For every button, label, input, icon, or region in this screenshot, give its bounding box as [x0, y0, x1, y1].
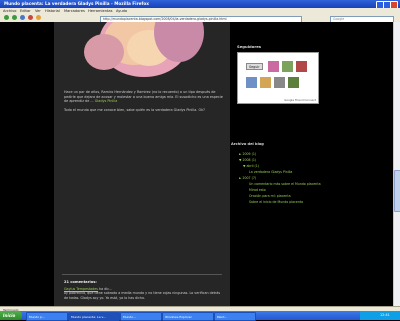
- archive-year[interactable]: ► 2007 (7): [239, 176, 256, 180]
- task-label: Mundo...: [123, 314, 136, 319]
- follower-avatar[interactable]: [274, 77, 285, 88]
- archive-post[interactable]: Mirad esto: [249, 188, 266, 192]
- follower-avatar[interactable]: [288, 77, 299, 88]
- archive-year[interactable]: ▼ 2008 (1): [239, 158, 256, 162]
- archive-post[interactable]: La verdadera Gladys Pinilla: [249, 170, 292, 174]
- post-body-text: Hace un par de años, Ramiro Hernández y …: [64, 90, 223, 104]
- forward-icon[interactable]: [12, 15, 17, 20]
- start-label: Inicio: [3, 313, 16, 318]
- task-label: Mundo placenta: La v...: [71, 314, 106, 319]
- window-title: Mundo placenta: La verdadera Gladys Pini…: [4, 1, 149, 6]
- page-viewport: Hace un par de años, Ramiro Hernández y …: [0, 22, 400, 309]
- archive-post[interactable]: Un comentario más sobre el Mundo placent…: [249, 182, 321, 186]
- clock: 12:41: [380, 313, 390, 317]
- powered-by[interactable]: Google Friend Connect: [284, 98, 316, 102]
- menu-ver[interactable]: Ver: [35, 9, 41, 13]
- post-link[interactable]: Gladys Pinilla: [95, 99, 118, 103]
- comments-title: 21 comentarios:: [64, 280, 97, 284]
- comment-text: Ay pobrecillo, que tiene sobrado a media…: [64, 291, 221, 300]
- menu-historial[interactable]: Historial: [45, 9, 60, 13]
- comment-item: Gaylus Tempestades ha dic... Ay pobrecil…: [64, 287, 224, 300]
- task-label: Paint...: [217, 314, 228, 319]
- archive-year[interactable]: ► 2009 (1): [239, 152, 256, 156]
- followers-gadget: Seguir Google Friend Connect: [237, 52, 319, 104]
- comment-suffix: ha dic...: [99, 287, 113, 291]
- taskbar: Inicio Mundo p... Mundo placenta: La v..…: [0, 311, 400, 321]
- start-button[interactable]: Inicio: [0, 311, 22, 320]
- task-label: Windows Explorer: [165, 314, 192, 319]
- menu-archivo[interactable]: Archivo: [3, 9, 16, 13]
- reload-icon[interactable]: [20, 15, 25, 20]
- followers-title: Seguidores: [237, 44, 262, 49]
- system-tray: 12:41: [360, 311, 400, 320]
- vertical-scrollbar[interactable]: [393, 22, 400, 309]
- divider: [62, 274, 222, 275]
- back-icon[interactable]: [4, 15, 9, 20]
- archive-post[interactable]: Oración para mí: placenta: [249, 194, 291, 198]
- menu-herramientas[interactable]: Herramientas: [88, 9, 112, 13]
- archive-post[interactable]: Sobre el inicio de Mundo placenta: [249, 200, 303, 204]
- post-closing: Todo el mundo que me conoce bien, sabe q…: [64, 108, 205, 113]
- archive-title: Archivo del blog: [231, 142, 264, 146]
- menu-ayuda[interactable]: Ayuda: [116, 9, 127, 13]
- follower-avatar[interactable]: [268, 61, 279, 72]
- post-body: Hace un par de años, Ramiro Hernández y …: [64, 90, 224, 113]
- post-column: Hace un par de años, Ramiro Hernández y …: [54, 22, 230, 309]
- follower-avatar[interactable]: [296, 61, 307, 72]
- follow-button[interactable]: Seguir: [246, 63, 263, 70]
- follower-avatar[interactable]: [282, 61, 293, 72]
- archive-month[interactable]: ▼ abril (1): [243, 164, 259, 168]
- scrollbar-thumb[interactable]: [394, 170, 400, 212]
- menu-marcadores[interactable]: Marcadores: [64, 9, 85, 13]
- url-text: http://mundoplacenta.blogspot.com/2008/0…: [103, 17, 227, 21]
- sidebar: Seguidores Seguir Google Friend Connect …: [231, 22, 355, 309]
- menu-editar[interactable]: Editar: [20, 9, 31, 13]
- search-placeholder: Google: [333, 17, 345, 21]
- follower-avatar[interactable]: [260, 77, 271, 88]
- comment-author[interactable]: Gaylus Tempestades: [64, 287, 98, 291]
- window-titlebar: Mundo placenta: La verdadera Gladys Pini…: [0, 0, 400, 9]
- stop-icon[interactable]: [28, 15, 33, 20]
- home-icon[interactable]: [36, 15, 41, 20]
- rose-image: [84, 22, 204, 77]
- task-label: Mundo p...: [29, 314, 45, 319]
- follower-avatar[interactable]: [246, 77, 257, 88]
